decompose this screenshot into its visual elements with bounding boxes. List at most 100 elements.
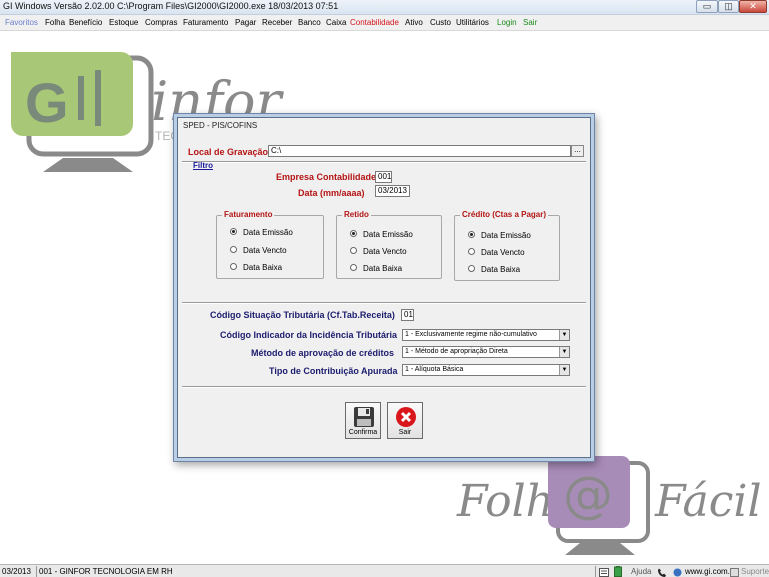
globe-icon <box>673 568 682 577</box>
codigo-situacao-input[interactable]: 01 <box>401 309 414 321</box>
window-title: GI Windows Versão 2.02.00 C:\Program Fil… <box>3 1 339 11</box>
svg-text:Folh: Folh <box>456 476 554 527</box>
codigo-situacao-label: Código Situação Tributária (Cf.Tab.Recei… <box>210 310 395 320</box>
radio-label: Data Baixa <box>363 264 403 273</box>
credito-title: Crédito (Ctas a Pagar) <box>460 210 549 219</box>
ret-radio-vencto[interactable]: Data Vencto <box>350 247 407 256</box>
svg-text:G: G <box>25 71 69 134</box>
chevron-down-icon[interactable]: ▼ <box>559 365 569 375</box>
radio-label: Data Vencto <box>481 248 525 257</box>
ret-radio-baixa[interactable]: Data Baixa <box>350 264 402 273</box>
keyboard-icon <box>599 568 609 577</box>
svg-text:Fácil: Fácil <box>654 476 762 527</box>
phone-icon <box>658 568 666 577</box>
menu-login[interactable]: Login <box>497 18 517 27</box>
retido-title: Retido <box>342 210 371 219</box>
fat-radio-baixa[interactable]: Data Baixa <box>230 263 282 272</box>
radio-label: Data Baixa <box>481 265 521 274</box>
radio-dot-icon <box>350 230 357 238</box>
minimize-button[interactable]: ▭ <box>696 0 718 13</box>
menu-faturamento[interactable]: Faturamento <box>183 18 228 27</box>
indicador-label: Código Indicador da Incidência Tributári… <box>220 330 398 340</box>
chevron-down-icon[interactable]: ▼ <box>559 330 569 340</box>
menu-banco[interactable]: Banco <box>298 18 321 27</box>
sair-button[interactable]: Sair <box>387 402 423 439</box>
radio-dot-icon <box>468 265 475 273</box>
status-company: 001 - GINFOR TECNOLOGIA EM RH <box>39 567 173 576</box>
svg-text:@: @ <box>563 466 613 524</box>
data-label: Data (mm/aaaa) <box>298 188 365 198</box>
indicador-select[interactable]: 1 - Exclusivamente regime não-cumulativo… <box>402 329 570 341</box>
menu-compras[interactable]: Compras <box>145 18 177 27</box>
radio-label: Data Vencto <box>243 246 287 255</box>
radio-dot-icon <box>468 248 475 256</box>
radio-dot-icon <box>350 247 357 255</box>
radio-label: Data Vencto <box>363 247 407 256</box>
metodo-label: Método de aprovação de créditos <box>251 348 395 358</box>
fat-radio-emissao[interactable]: Data Emissão <box>230 228 293 237</box>
battery-icon <box>614 566 622 577</box>
suporte-link[interactable]: Suporte <box>741 566 769 577</box>
menu-favoritos[interactable]: Favoritos <box>5 18 38 27</box>
faturamento-title: Faturamento <box>222 210 275 219</box>
menu-folha[interactable]: Folha <box>45 18 65 27</box>
maximize-button[interactable]: ◫ <box>718 0 739 13</box>
cred-radio-emissao[interactable]: Data Emissão <box>468 231 531 240</box>
menu-receber[interactable]: Receber <box>262 18 292 27</box>
chevron-down-icon[interactable]: ▼ <box>559 347 569 357</box>
menu-contabilidade[interactable]: Contabilidade <box>350 18 399 27</box>
empresa-input[interactable]: 001 <box>375 171 392 183</box>
radio-label: Data Emissão <box>481 231 531 240</box>
fat-radio-vencto[interactable]: Data Vencto <box>230 246 287 255</box>
menu-caixa[interactable]: Caixa <box>326 18 346 27</box>
sped-dialog: SPED - PIS/COFINS Local de Gravação C:\ … <box>177 117 591 458</box>
menu-ativo[interactable]: Ativo <box>405 18 423 27</box>
svg-text:TEC: TEC <box>155 129 179 143</box>
tipo-select[interactable]: 1 - Alíquota Básica ▼ <box>402 364 570 376</box>
menu-custo[interactable]: Custo <box>430 18 451 27</box>
radio-dot-icon <box>468 231 475 239</box>
menu-sair[interactable]: Sair <box>523 18 537 27</box>
indicador-value: 1 - Exclusivamente regime não-cumulativo <box>405 331 537 338</box>
radio-label: Data Emissão <box>363 230 413 239</box>
radio-dot-icon <box>230 228 237 236</box>
folha-facil-logo: Folh @ Fácil <box>456 456 762 555</box>
radio-label: Data Emissão <box>243 228 293 237</box>
radio-label: Data Baixa <box>243 263 283 272</box>
divider <box>182 302 586 304</box>
sair-label: Sair <box>398 429 412 436</box>
metodo-value: 1 - Método de apropriação Direta <box>405 348 508 355</box>
data-input[interactable]: 03/2013 <box>375 185 410 197</box>
retido-group: Retido Data Emissão Data Vencto Data Bai… <box>336 210 442 279</box>
status-bar: 03/2013 001 - GINFOR TECNOLOGIA EM RH Aj… <box>0 564 769 577</box>
ret-radio-emissao[interactable]: Data Emissão <box>350 230 413 239</box>
support-icon <box>730 568 739 577</box>
radio-dot-icon <box>230 246 237 254</box>
metodo-select[interactable]: 1 - Método de apropriação Direta ▼ <box>402 346 570 358</box>
radio-dot-icon <box>230 263 237 271</box>
menu-beneficio[interactable]: Benefício <box>69 18 102 27</box>
ajuda-link[interactable]: Ajuda <box>631 566 651 577</box>
menu-pagar[interactable]: Pagar <box>235 18 256 27</box>
confirma-label: Confirma <box>348 429 378 436</box>
local-gravacao-input[interactable]: C:\ <box>268 145 571 157</box>
menu-bar: Favoritos Folha Benefício Estoque Compra… <box>0 15 769 31</box>
cred-radio-baixa[interactable]: Data Baixa <box>468 265 520 274</box>
divider <box>182 386 586 388</box>
confirma-button[interactable]: Confirma <box>345 402 381 439</box>
browse-button[interactable]: ... <box>571 145 584 157</box>
status-date: 03/2013 <box>2 567 31 576</box>
status-separator <box>595 566 596 577</box>
local-gravacao-label: Local de Gravação <box>188 147 269 157</box>
filtro-link[interactable]: Filtro <box>193 161 213 170</box>
cred-radio-vencto[interactable]: Data Vencto <box>468 248 525 257</box>
close-button[interactable]: ✕ <box>739 0 767 13</box>
menu-estoque[interactable]: Estoque <box>109 18 138 27</box>
close-icon <box>396 407 416 427</box>
credito-group: Crédito (Ctas a Pagar) Data Emissão Data… <box>454 210 560 281</box>
faturamento-group: Faturamento Data Emissão Data Vencto Dat… <box>216 210 324 279</box>
window-title-bar: GI Windows Versão 2.02.00 C:\Program Fil… <box>0 0 769 15</box>
menu-utilitarios[interactable]: Utilitários <box>456 18 489 27</box>
dialog-title: SPED - PIS/COFINS <box>183 121 258 130</box>
radio-dot-icon <box>350 264 357 272</box>
